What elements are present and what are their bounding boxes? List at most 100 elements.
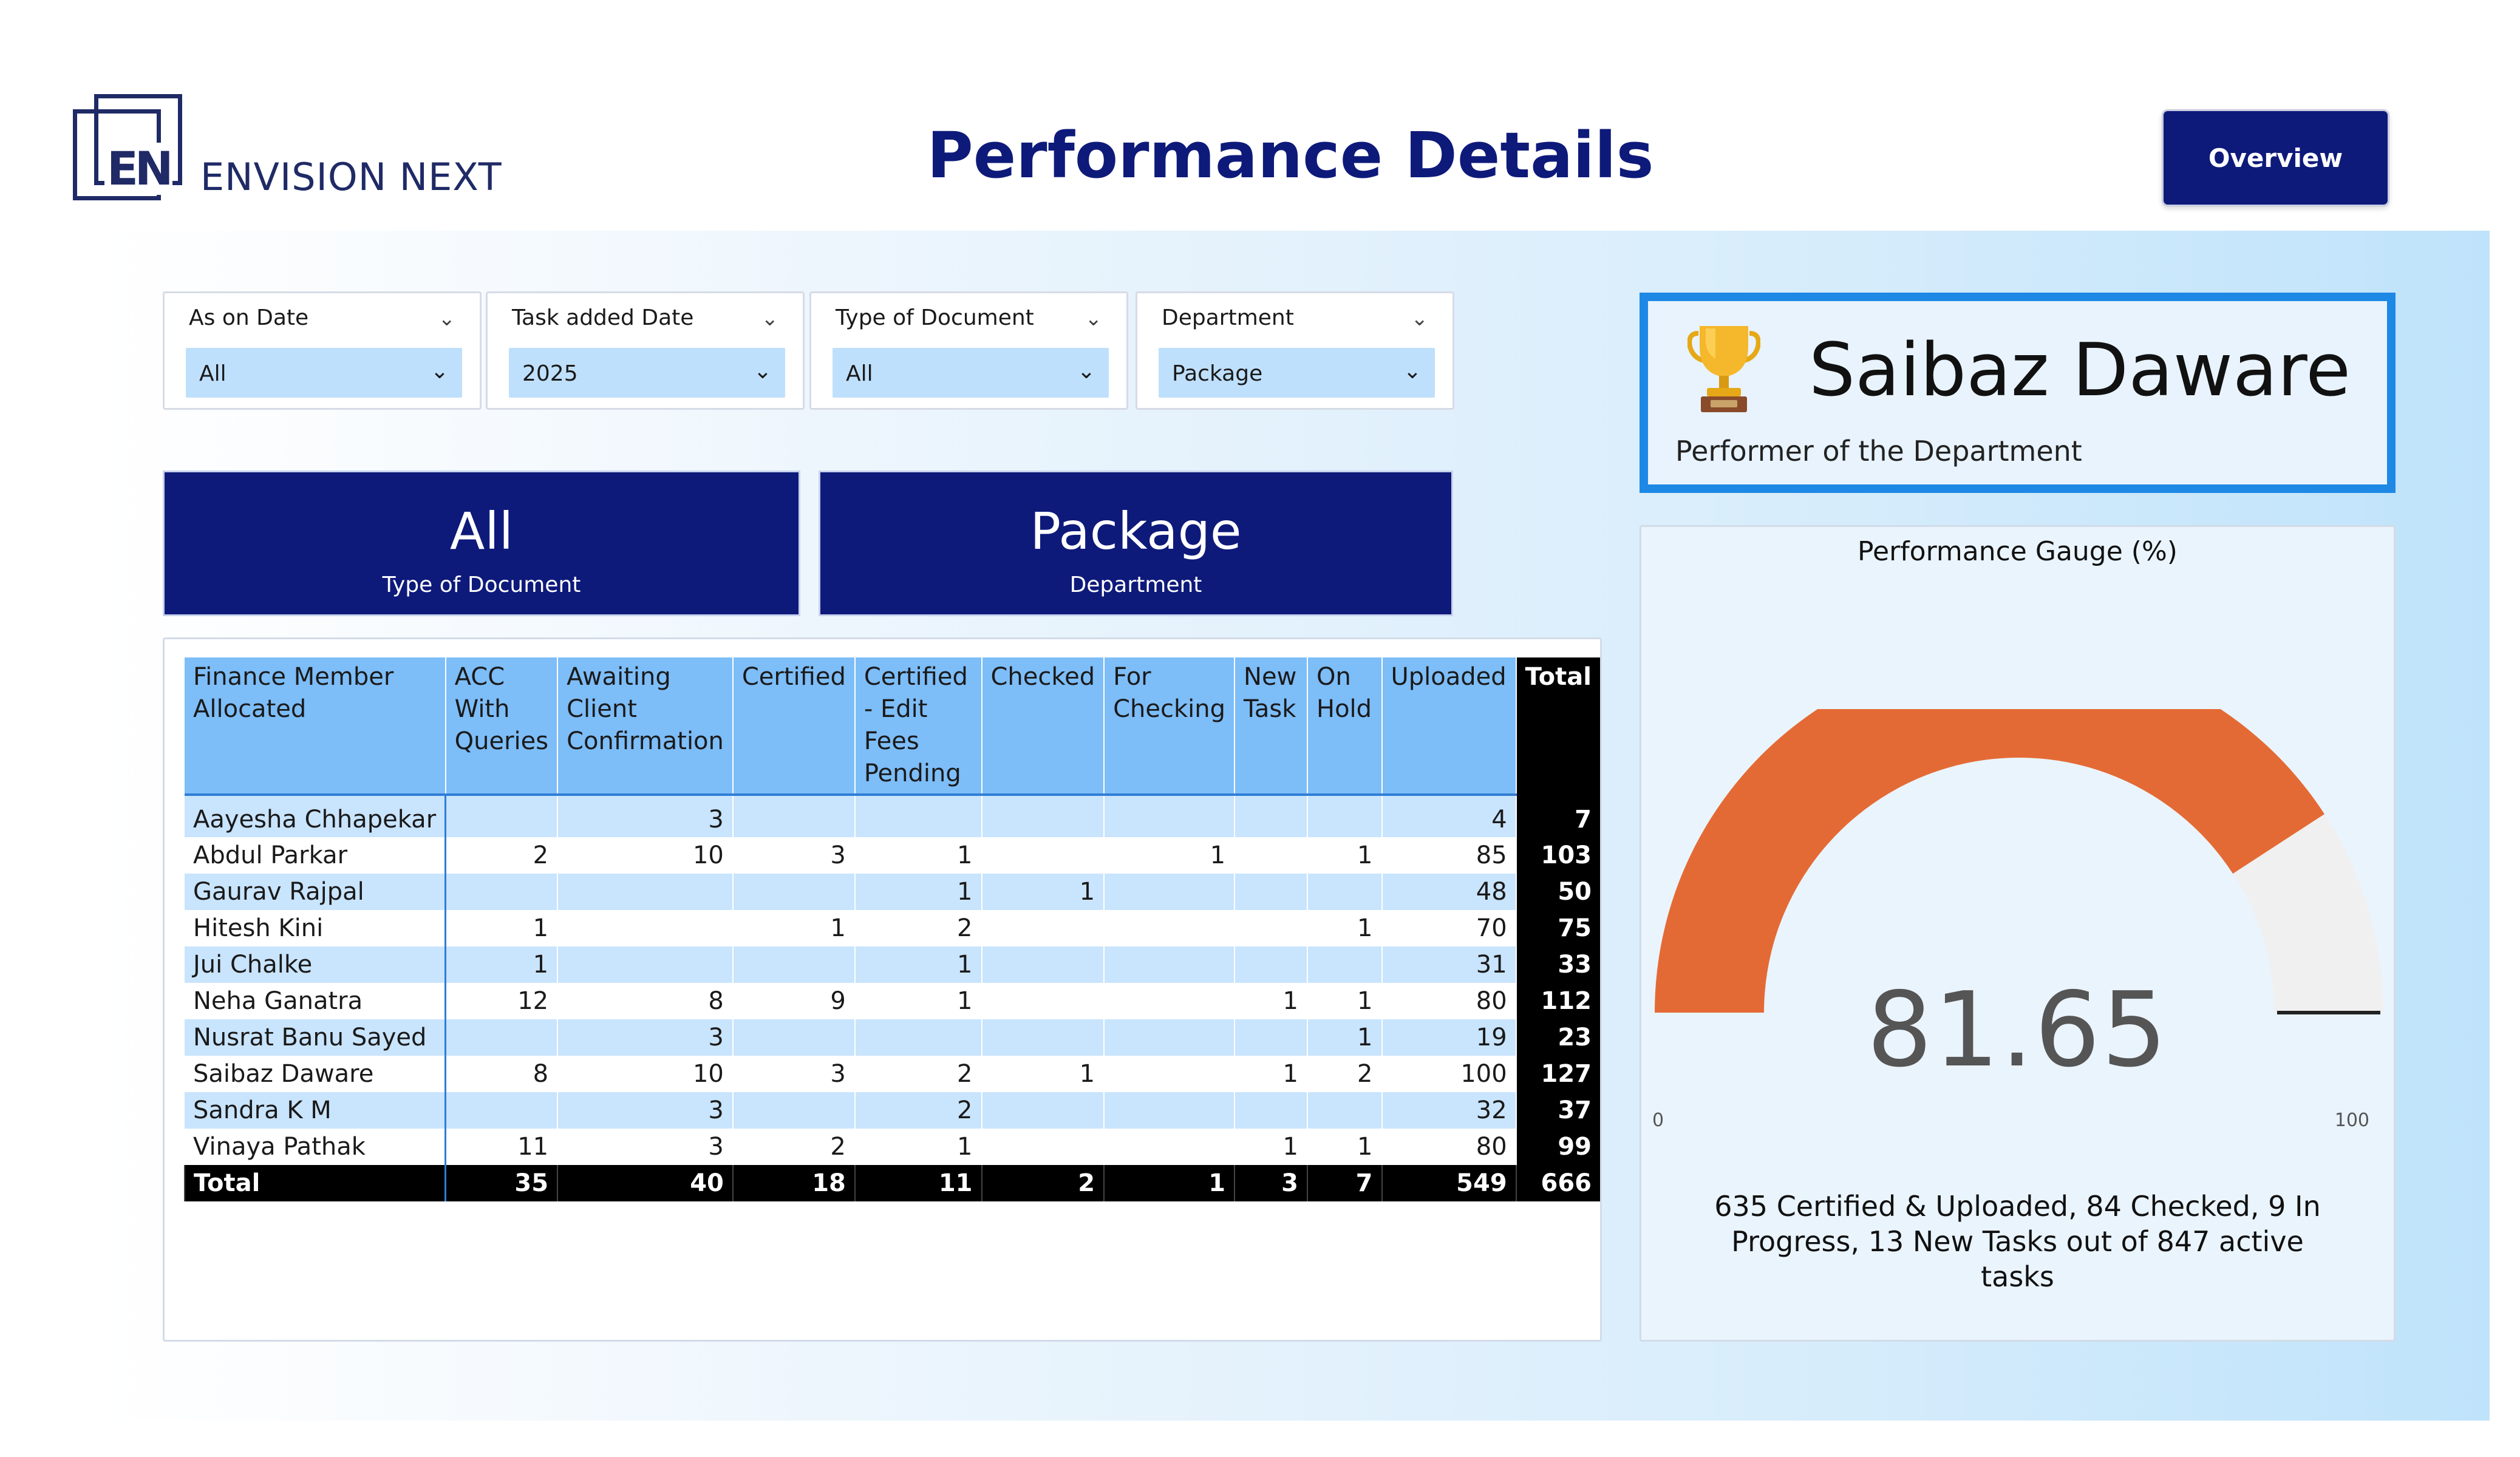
table-cell xyxy=(854,1019,982,1056)
table-cell xyxy=(732,795,855,837)
table-cell: 1 xyxy=(1306,1129,1382,1165)
table-cell xyxy=(1103,1092,1235,1129)
chevron-down-icon[interactable]: ⌄ xyxy=(754,359,772,384)
table-cell xyxy=(1234,837,1307,874)
table-cell: 1 xyxy=(854,837,982,874)
table-cell: 70 xyxy=(1381,910,1516,946)
overview-button[interactable]: Overview xyxy=(2162,109,2389,206)
table-cell: 80 xyxy=(1381,983,1516,1019)
table-cell xyxy=(1103,795,1235,837)
table-cell: 100 xyxy=(1381,1056,1516,1092)
column-header[interactable]: Certified - Edit Fees Pending xyxy=(854,657,982,796)
column-header[interactable]: Checked xyxy=(981,657,1105,796)
table-cell xyxy=(1234,910,1307,946)
performer-subtitle: Performer of the Department xyxy=(1675,435,2082,467)
card-caption: Type of Document xyxy=(382,572,581,597)
table-cell xyxy=(1306,874,1382,910)
chevron-down-icon[interactable]: ⌄ xyxy=(1077,359,1095,384)
member-name-cell: Sandra K M xyxy=(185,1092,447,1129)
chevron-down-icon[interactable]: ⌄ xyxy=(1085,307,1103,331)
column-header[interactable]: For Checking xyxy=(1103,657,1235,796)
table-row[interactable]: Gaurav Rajpal 1 1 48 50 xyxy=(185,874,1600,910)
slicer-label: As on Date xyxy=(189,305,309,330)
table-row[interactable]: Sandra K M 3 2 32 37 xyxy=(185,1092,1600,1129)
slicer-label: Department xyxy=(1162,305,1294,330)
column-header[interactable]: Certified xyxy=(732,657,855,796)
member-name-cell: Vinaya Pathak xyxy=(185,1129,447,1165)
row-total-cell: 33 xyxy=(1515,946,1600,983)
table-cell xyxy=(1234,874,1307,910)
slicer-department[interactable]: Department ⌄ Package ⌄ xyxy=(1136,291,1454,410)
table-cell xyxy=(444,1092,558,1129)
table-cell xyxy=(1103,874,1235,910)
gauge-caption: 635 Certified & Uploaded, 84 Checked, 9 … xyxy=(1714,1190,2321,1293)
slicer-value: All xyxy=(846,361,873,386)
slicer-dropdown[interactable]: 2025 ⌄ xyxy=(509,348,785,398)
chevron-down-icon[interactable]: ⌄ xyxy=(1403,359,1422,384)
slicer-value: 2025 xyxy=(522,361,578,386)
table-cell: 1 xyxy=(854,874,982,910)
card-department: Package Department xyxy=(819,470,1453,616)
table-cell xyxy=(444,874,558,910)
member-name-cell: Hitesh Kini xyxy=(185,910,447,946)
table-cell: 1 xyxy=(981,874,1105,910)
chevron-down-icon[interactable]: ⌄ xyxy=(438,307,456,331)
table-cell: 10 xyxy=(557,1056,733,1092)
performer-name: Saibaz Daware xyxy=(1809,328,2351,413)
table-cell xyxy=(981,1092,1105,1129)
total-cell: 18 xyxy=(732,1165,855,1201)
slicer-dropdown[interactable]: Package ⌄ xyxy=(1159,348,1435,398)
table-cell xyxy=(444,1019,558,1056)
table-cell xyxy=(1103,1056,1235,1092)
column-header[interactable]: On Hold xyxy=(1306,657,1382,796)
performer-card: Saibaz Daware Performer of the Departmen… xyxy=(1640,293,2396,493)
card-value: All xyxy=(449,501,514,561)
column-header[interactable]: Finance Member Allocated xyxy=(185,657,446,796)
column-header[interactable]: ACC With Queries xyxy=(444,657,558,796)
total-cell: 11 xyxy=(854,1165,982,1201)
slicer-type-of-document[interactable]: Type of Document ⌄ All ⌄ xyxy=(809,291,1128,410)
table-row[interactable]: Abdul Parkar 2 10 3 1 1 1 85 103 xyxy=(185,837,1600,874)
table-row[interactable]: Nusrat Banu Sayed 3 1 19 23 xyxy=(185,1019,1600,1056)
table-cell: 2 xyxy=(854,910,982,946)
table-cell xyxy=(557,910,733,946)
column-header[interactable]: New Task xyxy=(1234,657,1307,796)
table-cell xyxy=(732,1019,855,1056)
table-cell: 3 xyxy=(557,1092,733,1129)
table-cell: 1 xyxy=(981,1056,1105,1092)
table-cell xyxy=(1306,795,1382,837)
table-row[interactable]: Jui Chalke 1 1 31 33 xyxy=(185,946,1600,983)
table-cell: 85 xyxy=(1381,837,1516,874)
table-cell: 80 xyxy=(1381,1129,1516,1165)
table-cell: 2 xyxy=(1306,1056,1382,1092)
table-cell xyxy=(557,946,733,983)
row-total-cell: 50 xyxy=(1515,874,1600,910)
member-name-cell: Abdul Parkar xyxy=(185,837,447,874)
total-cell: 35 xyxy=(444,1165,558,1201)
table-cell: 1 xyxy=(854,946,982,983)
slicer-dropdown[interactable]: All ⌄ xyxy=(186,348,462,398)
total-cell: 549 xyxy=(1381,1165,1516,1201)
slicer-value: Package xyxy=(1172,361,1263,386)
chevron-down-icon[interactable]: ⌄ xyxy=(1411,307,1429,331)
table-cell: 1 xyxy=(854,1129,982,1165)
table-row[interactable]: Hitesh Kini 1 1 2 1 70 75 xyxy=(185,910,1600,946)
member-name-cell: Saibaz Daware xyxy=(185,1056,447,1092)
slicer-dropdown[interactable]: All ⌄ xyxy=(833,348,1109,398)
column-header-total[interactable]: Total xyxy=(1515,657,1600,796)
column-header[interactable]: Awaiting Client Confirmation xyxy=(557,657,733,796)
table-cell: 2 xyxy=(444,837,558,874)
table-cell: 1 xyxy=(1103,837,1235,874)
column-header[interactable]: Uploaded xyxy=(1381,657,1516,796)
table-row[interactable]: Vinaya Pathak 11 3 2 1 1 1 80 99 xyxy=(185,1129,1600,1165)
chevron-down-icon[interactable]: ⌄ xyxy=(761,307,779,331)
table-cell: 8 xyxy=(444,1056,558,1092)
table-row[interactable]: Neha Ganatra 12 8 9 1 1 1 80 112 xyxy=(185,983,1600,1019)
slicer-as-on-date[interactable]: As on Date ⌄ All ⌄ xyxy=(163,291,482,410)
table-cell: 19 xyxy=(1381,1019,1516,1056)
row-total-cell: 127 xyxy=(1515,1056,1600,1092)
slicer-task-added-date[interactable]: Task added Date ⌄ 2025 ⌄ xyxy=(486,291,805,410)
table-row[interactable]: Aayesha Chhapekar 3 4 7 xyxy=(185,795,1600,837)
table-row[interactable]: Saibaz Daware 8 10 3 2 1 1 2 100 127 xyxy=(185,1056,1600,1092)
chevron-down-icon[interactable]: ⌄ xyxy=(431,359,449,384)
